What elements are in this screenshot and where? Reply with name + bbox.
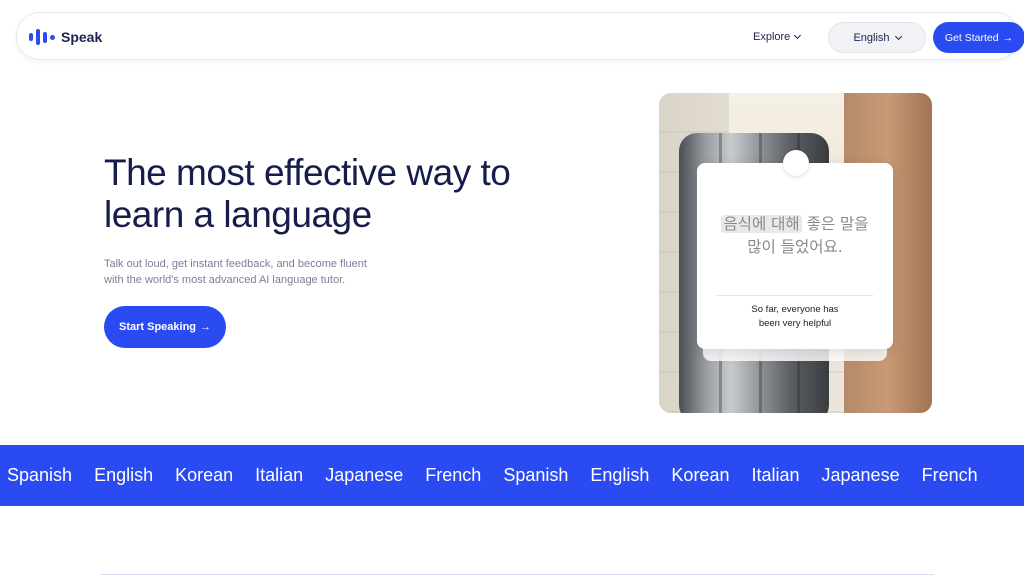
language-item: Japanese (325, 465, 404, 485)
arrow-right-icon: → (1002, 31, 1014, 44)
start-speaking-button[interactable]: Start Speaking → (104, 306, 226, 348)
page: Speak Explore English Get Started → The … (0, 0, 1024, 576)
get-started-label: Get Started (944, 31, 999, 44)
language-item: English (94, 465, 154, 485)
explore-menu[interactable]: Explore (753, 27, 802, 47)
phrase-card-divider (717, 295, 873, 296)
hero-photo-card: 음식에 대해 좋은 말을 많이 들었어요. So far, everyone h… (659, 93, 932, 413)
korean-phrase-line-2: 많이 들었어요. (747, 238, 843, 256)
hero-title-line-2: learn a language (104, 194, 372, 235)
language-item: Korean (671, 465, 730, 485)
speak-logo[interactable]: Speak (29, 27, 102, 47)
language-selector[interactable]: English (828, 22, 926, 53)
soundwave-logo-icon (29, 27, 55, 47)
korean-phrase-line-1-rest: 좋은 말을 (806, 215, 869, 233)
translation-line-1: So far, everyone has (751, 304, 839, 315)
arrow-right-icon: → (200, 321, 212, 333)
logo-text: Speak (61, 29, 103, 45)
language-item: Japanese (821, 465, 900, 485)
hero-title: The most effective way to learn a langua… (104, 152, 624, 236)
explore-label: Explore (753, 31, 791, 43)
hero-subtitle-line-1: Talk out loud, get instant feedback, and… (104, 258, 367, 270)
language-item: Italian (255, 465, 304, 485)
translation-line-2: been very helpful (758, 318, 832, 329)
chevron-down-icon (794, 31, 802, 40)
korean-phrase-highlight: 음식에 대해 (721, 215, 802, 233)
chevron-down-icon (894, 32, 902, 40)
language-item: French (425, 465, 482, 485)
top-navbar: Speak Explore English Get Started → (16, 12, 1024, 60)
language-item: English (590, 465, 650, 485)
language-marquee: Spanish English Korean Italian Japanese Frenc… (0, 445, 1024, 506)
start-speaking-label: Start Speaking (118, 321, 197, 333)
language-item: Spanish (503, 465, 569, 485)
language-item: French (921, 465, 978, 485)
phrase-card-notch (783, 150, 809, 176)
language-item: Spanish (7, 465, 73, 485)
language-marquee-track: Spanish English Korean Italian Japanese Frenc… (7, 445, 1000, 506)
language-item: Korean (175, 465, 234, 485)
korean-phrase: 음식에 대해 좋은 말을 많이 들었어요. (707, 213, 883, 259)
phrase-translation: So far, everyone has been very helpful (717, 303, 873, 331)
language-selector-label: English (853, 31, 890, 44)
hero-subtitle-line-2: with the world's most advanced AI langua… (104, 274, 346, 286)
hero-title-line-1: The most effective way to (104, 152, 511, 193)
get-started-button[interactable]: Get Started → (933, 22, 1024, 53)
hero-subtitle: Talk out loud, get instant feedback, and… (104, 256, 444, 288)
section-divider (100, 574, 934, 575)
language-item: Italian (751, 465, 800, 485)
